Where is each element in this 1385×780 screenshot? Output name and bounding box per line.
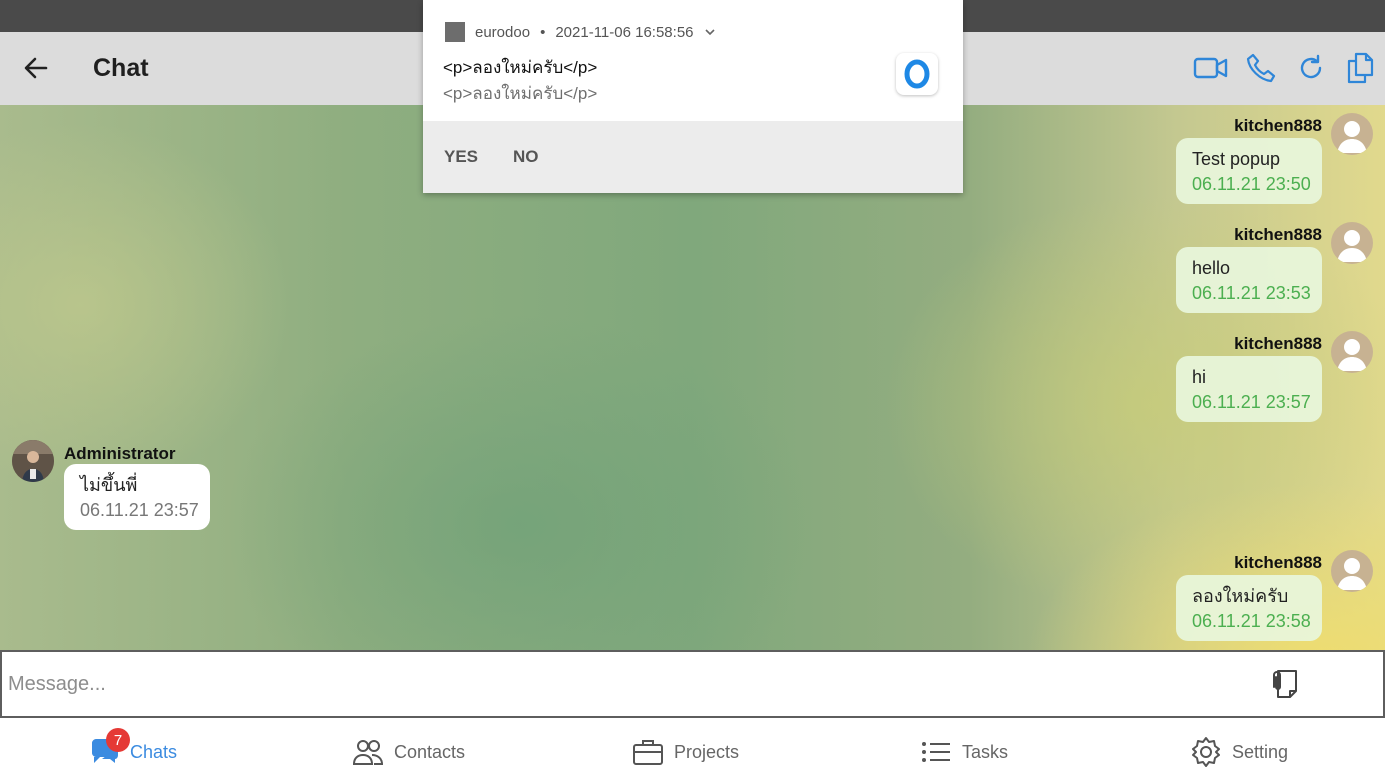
notification-title: <p>ลองใหม่ครับ</p> [443,58,598,77]
message-time: 06.11.21 23:58 [1192,611,1311,631]
app-logo-icon [896,53,938,95]
nav-tasks[interactable]: Tasks [920,736,1008,768]
list-icon [920,736,952,768]
copy-icon[interactable] [1343,50,1379,86]
message-bubble[interactable]: ลองใหม่ครับ 06.11.21 23:58 [1176,575,1322,641]
separator-dot: • [540,23,546,41]
nav-contacts[interactable]: Contacts [352,736,465,768]
nav-setting[interactable]: Setting [1190,736,1288,768]
avatar[interactable] [1331,331,1373,373]
nav-contacts-label: Contacts [394,741,466,762]
bottom-navigation: 7 Chats Contacts Projects Tasks Setting [0,718,1385,780]
briefcase-icon [632,736,664,768]
attachment-icon[interactable] [1266,666,1302,702]
chat-bubble-icon: 7 [88,728,130,768]
avatar[interactable] [1331,550,1373,592]
message-input[interactable] [8,666,1208,702]
nav-projects-label: Projects [674,741,740,762]
notification-body: <p>ลองใหม่ครับ</p> [443,84,598,103]
notification-app-name: eurodoo [475,23,531,41]
message-outgoing: kitchen888 ลองใหม่ครับ 06.11.21 23:58 [1122,553,1322,643]
gear-icon [1190,736,1222,768]
message-bubble[interactable]: hi 06.11.21 23:57 [1176,356,1322,422]
message-bubble[interactable]: ไม่ขึ้นพี่ 06.11.21 23:57 [64,464,210,530]
message-text: hello [1192,258,1231,278]
yes-button[interactable]: YES [444,147,478,167]
message-outgoing: kitchen888 hello 06.11.21 23:53 [1122,225,1322,315]
notification-popup[interactable]: eurodoo • 2021-11-06 16:58:56 <p>ลองใหม่… [423,0,963,193]
message-text: hi [1192,367,1207,387]
nav-tasks-label: Tasks [962,741,1009,762]
notification-timestamp: 2021-11-06 16:58:56 [555,23,694,41]
message-time: 06.11.21 23:53 [1192,283,1311,303]
message-bubble[interactable]: hello 06.11.21 23:53 [1176,247,1322,313]
refresh-icon[interactable] [1293,50,1329,86]
avatar[interactable] [1331,222,1373,264]
message-time: 06.11.21 23:57 [1192,392,1311,412]
message-outgoing: kitchen888 hi 06.11.21 23:57 [1122,334,1322,424]
chevron-down-icon[interactable] [704,24,716,41]
nav-chats-label: Chats [130,741,178,762]
message-outgoing: kitchen888 Test popup 06.11.21 23:50 [1122,116,1322,206]
video-call-icon[interactable] [1193,50,1229,86]
nav-setting-label: Setting [1232,741,1289,762]
message-time: 06.11.21 23:50 [1192,174,1311,194]
nav-chats[interactable]: 7 Chats [88,728,178,768]
unread-badge: 7 [106,728,130,752]
contacts-icon [352,736,384,768]
message-sender: kitchen888 [1234,553,1322,572]
message-composer [0,650,1385,718]
message-sender: kitchen888 [1234,225,1322,244]
no-button[interactable]: NO [513,147,539,167]
notification-header: eurodoo • 2021-11-06 16:58:56 [445,22,716,42]
page-title: Chat [93,54,149,82]
avatar[interactable] [1331,113,1373,155]
phone-icon[interactable] [1243,50,1279,86]
app-small-icon [445,22,465,42]
appbar-actions [1193,50,1379,86]
notification-actions: YES NO [423,121,963,193]
message-incoming: Administrator ไม่ขึ้นพี่ 06.11.21 23:57 [0,440,220,535]
message-sender: Administrator [64,444,176,463]
message-text: Test popup [1192,149,1281,169]
back-arrow-icon[interactable] [22,54,50,82]
message-sender: kitchen888 [1234,334,1322,353]
message-bubble[interactable]: Test popup 06.11.21 23:50 [1176,138,1322,204]
message-time: 06.11.21 23:57 [80,500,199,520]
nav-projects[interactable]: Projects [632,736,739,768]
message-sender: kitchen888 [1234,116,1322,135]
message-text: ลองใหม่ครับ [1192,586,1289,606]
message-text: ไม่ขึ้นพี่ [80,475,138,495]
